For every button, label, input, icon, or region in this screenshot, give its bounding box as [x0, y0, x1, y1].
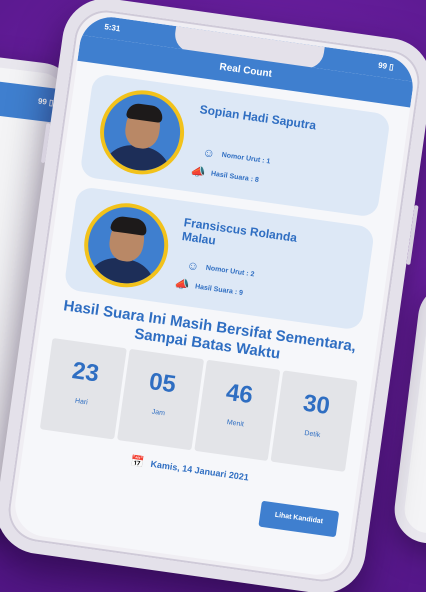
countdown-seconds-unit: Detik — [303, 429, 321, 440]
calendar-icon: 📅 — [129, 455, 145, 469]
date-text: Kamis, 14 Januari 2021 — [149, 458, 250, 483]
candidate-nomor-1: ☺ Nomor Urut : 1 — [201, 145, 271, 168]
countdown-days: 23 Hari — [39, 337, 127, 440]
candidate-suara-2: 📣 Hasil Suara : 9 — [174, 277, 244, 300]
hasil-suara-label-1: Hasil Suara : 8 — [210, 169, 260, 184]
megaphone-icon: 📣 — [173, 276, 191, 293]
candidate-name-1: Sopian Hadi Saputra — [198, 102, 318, 133]
view-candidates-button[interactable]: Lihat Kandidat — [258, 500, 340, 538]
countdown-seconds: 30 Detik — [270, 370, 358, 472]
nomor-urut-label-2: Nomor Urut : 2 — [205, 264, 255, 278]
countdown-minutes: 46 Menit — [193, 359, 281, 462]
countdown-hours-value: 05 — [147, 367, 178, 399]
phone-mockup: 5:31 99 ▯ Real Count Sopian Hadi Saputra… — [0, 0, 426, 592]
side-phone-battery: 99 ▯ — [37, 96, 55, 108]
nomor-urut-label-1: Nomor Urut : 1 — [221, 151, 271, 165]
countdown-days-unit: Hari — [74, 397, 89, 407]
countdown-seconds-value: 30 — [301, 389, 332, 421]
user-circle-icon: ☺ — [201, 145, 216, 161]
user-circle-icon: ☺ — [185, 257, 201, 274]
candidate-name-2: Fransiscus Rolanda Malau — [181, 215, 298, 248]
candidate-suara-1: 📣 Hasil Suara : 8 — [190, 164, 260, 187]
countdown-minutes-unit: Menit — [226, 419, 245, 429]
countdown-hours: 05 Jam — [116, 348, 204, 451]
status-time: 5:31 — [103, 22, 121, 34]
status-battery: 99 ▯ — [377, 60, 395, 72]
app-title: Real Count — [218, 61, 273, 80]
phone-screen: 5:31 99 ▯ Real Count Sopian Hadi Saputra… — [11, 13, 417, 579]
megaphone-icon: 📣 — [189, 163, 207, 180]
candidate-photo-1 — [94, 84, 190, 180]
phone-power-button — [406, 205, 419, 266]
countdown-minutes-value: 46 — [224, 378, 255, 410]
countdown-days-value: 23 — [70, 357, 101, 388]
hasil-suara-label-2: Hasil Suara : 9 — [194, 282, 244, 297]
countdown-hours-unit: Jam — [151, 408, 166, 418]
candidate-nomor-2: ☺ Nomor Urut : 2 — [185, 258, 255, 281]
candidate-photo-2 — [78, 197, 174, 293]
